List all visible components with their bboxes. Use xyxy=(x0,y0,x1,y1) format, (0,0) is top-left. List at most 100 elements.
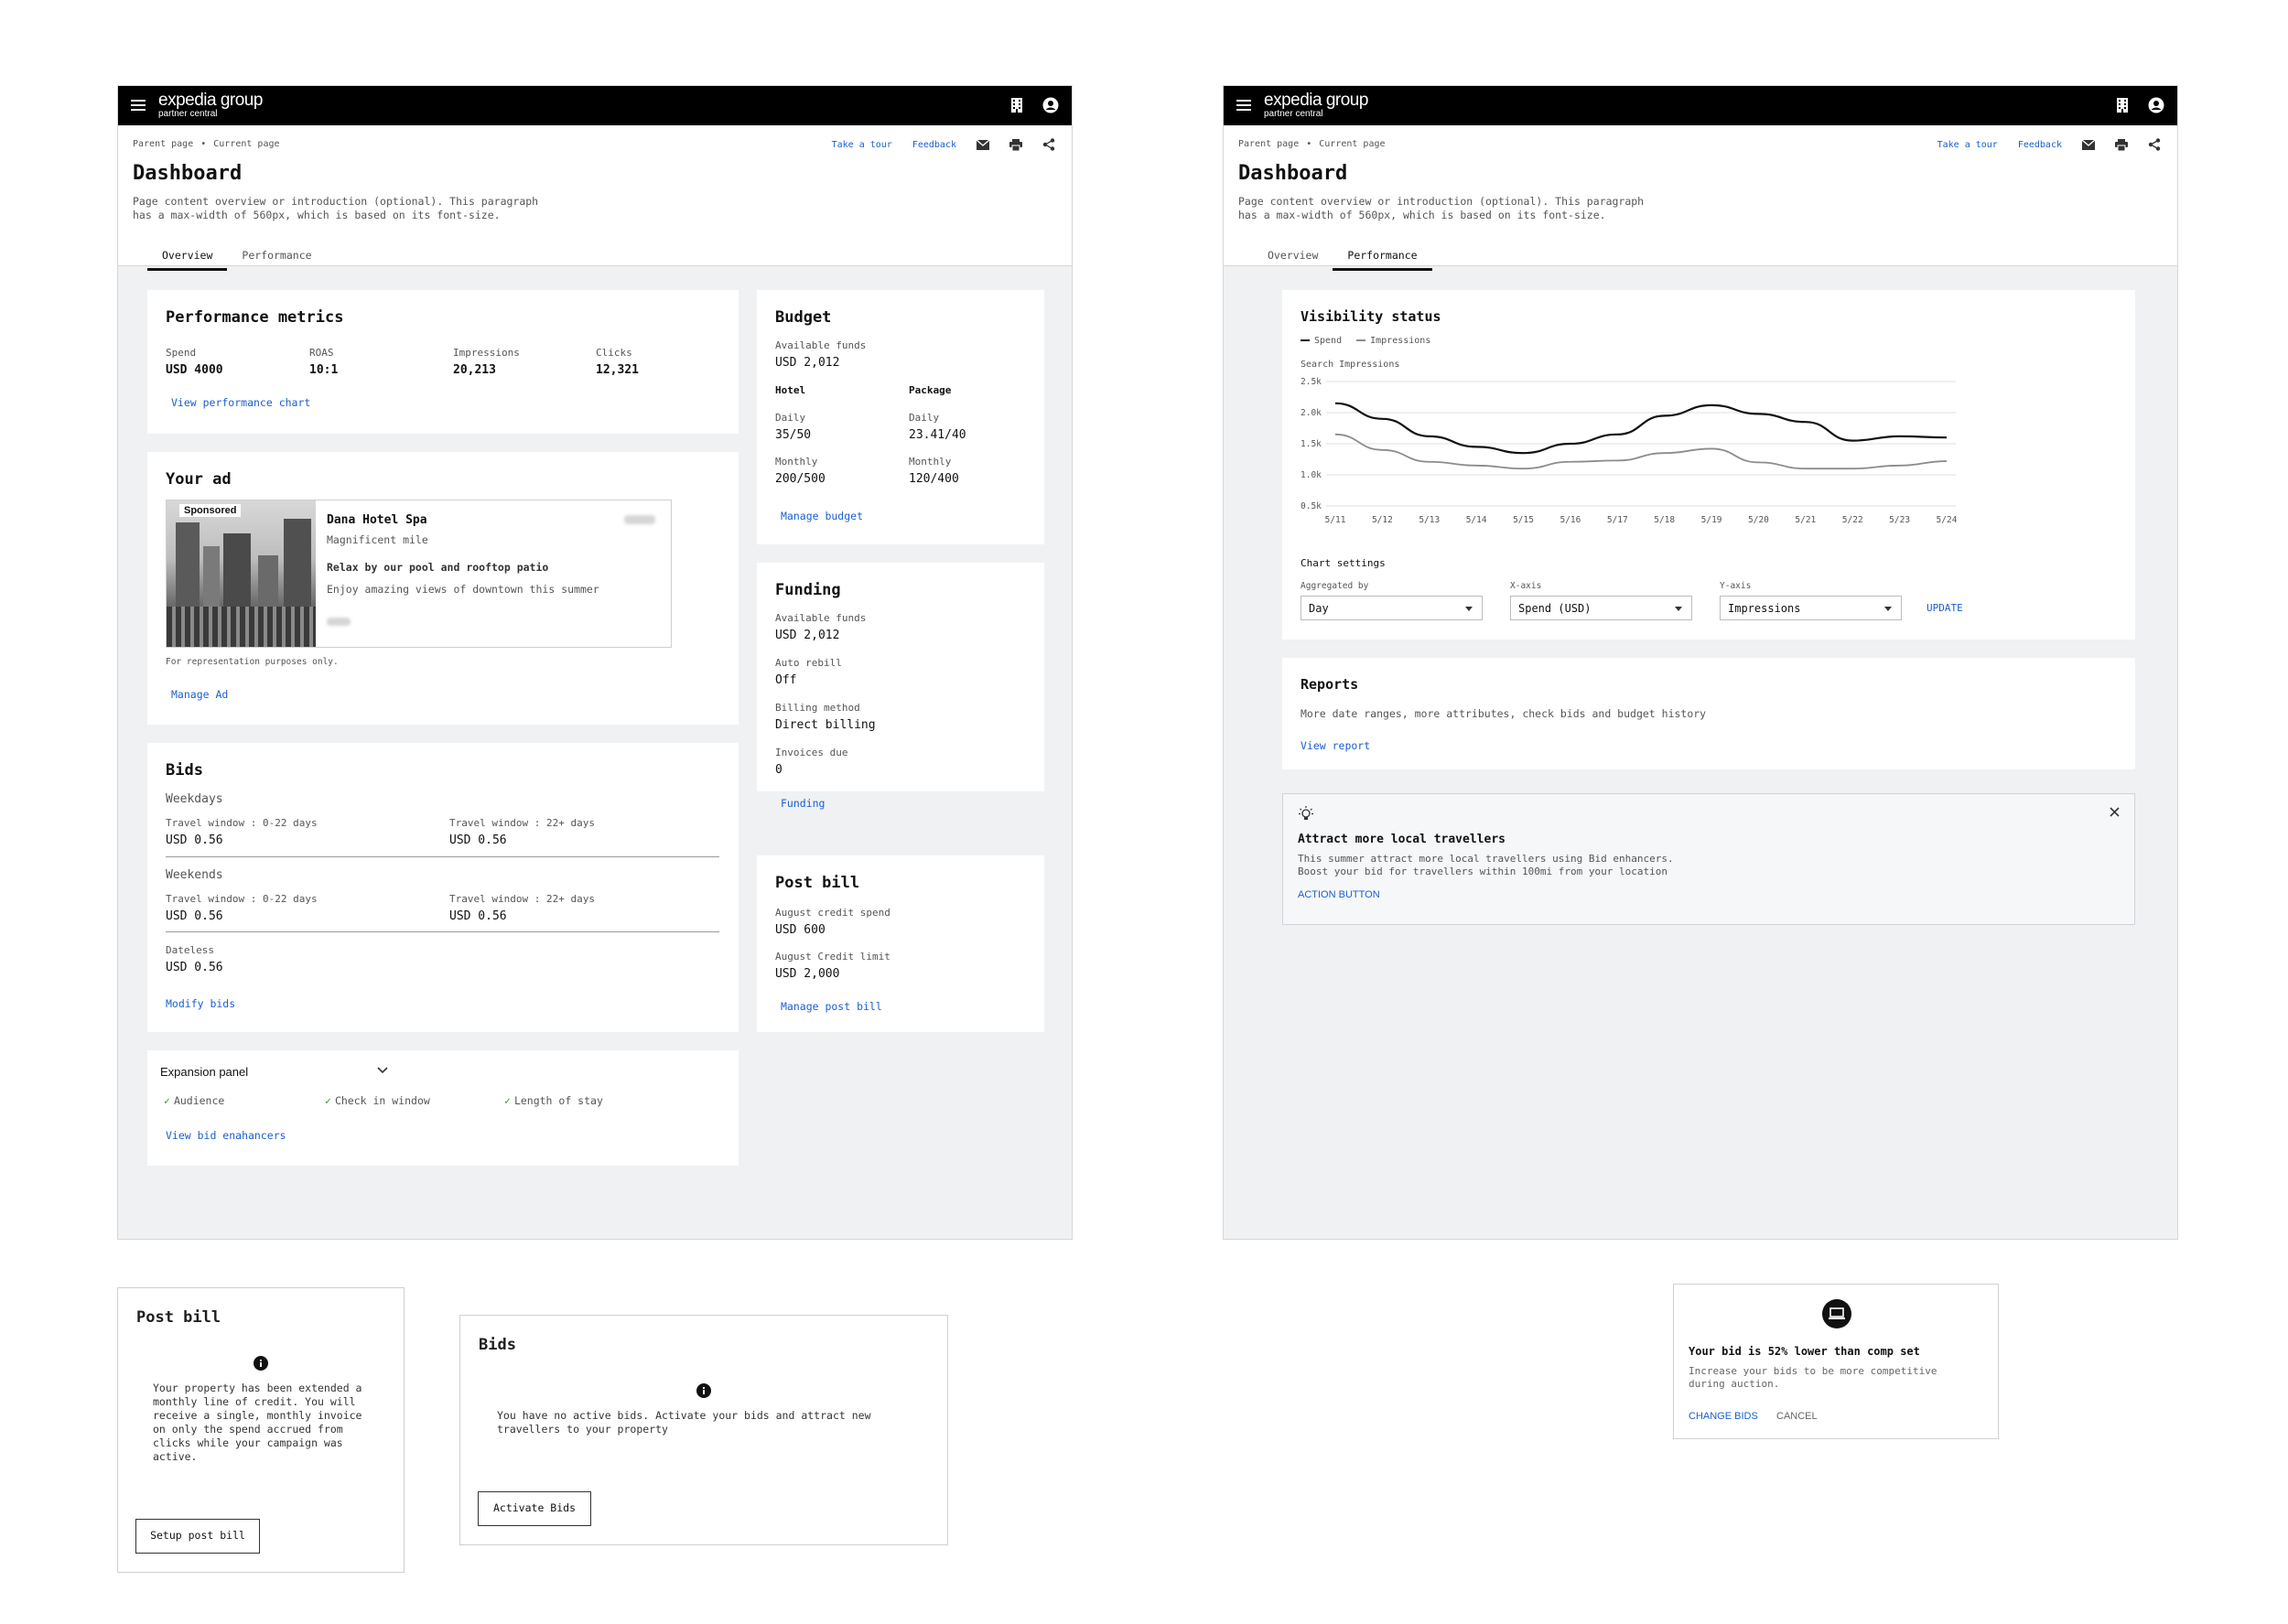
price-blur xyxy=(624,515,655,524)
card-title: Performance metrics xyxy=(166,308,344,327)
x-tick-label: 5/17 xyxy=(1607,515,1628,525)
laptop-icon xyxy=(1822,1299,1851,1328)
divider xyxy=(166,856,719,857)
building-icon[interactable] xyxy=(1009,97,1024,113)
sponsored-badge: Sponsored xyxy=(179,504,242,517)
manage-budget-link[interactable]: Manage budget xyxy=(781,510,863,522)
x-tick-label: 5/22 xyxy=(1842,515,1863,525)
available-funds-value: USD 2,012 xyxy=(775,356,840,370)
aggregated-select[interactable]: Day xyxy=(1300,596,1483,620)
brand-sub: partner central xyxy=(1264,109,1323,119)
view-report-link[interactable]: View report xyxy=(1300,739,1370,752)
funding-link[interactable]: Funding xyxy=(781,797,825,810)
view-bid-enhancers-link[interactable]: View bid enahancers xyxy=(166,1129,286,1142)
print-icon[interactable] xyxy=(1009,138,1022,151)
y-axis-label: Search Impressions xyxy=(1300,360,1400,370)
feedback-link[interactable]: Feedback xyxy=(2018,140,2062,150)
bids-empty-state: Bids You have no active bids. Activate y… xyxy=(459,1315,948,1545)
brand-logo[interactable]: expedia group partner central xyxy=(1264,91,1368,119)
invoices-due-value: 0 xyxy=(775,763,782,777)
share-icon[interactable] xyxy=(1042,138,1055,151)
bid-value: USD 0.56 xyxy=(449,834,507,847)
y-tick-label: 1.0k xyxy=(1300,470,1322,480)
package-label: Package xyxy=(909,384,952,396)
expansion-panel: Expansion panel ✓ Audience ✓ Check in wind… xyxy=(147,1050,739,1166)
mail-icon[interactable] xyxy=(977,139,989,150)
breadcrumb: Parent page • Current page xyxy=(1238,139,1386,149)
info-icon xyxy=(696,1383,711,1398)
card-title: Visibility status xyxy=(1300,308,1441,325)
mail-icon[interactable] xyxy=(2082,139,2095,150)
metric-value: 12,321 xyxy=(596,363,639,377)
account-icon[interactable] xyxy=(2148,97,2164,113)
manage-post-bill-link[interactable]: Manage post bill xyxy=(781,1000,882,1013)
tab-performance[interactable]: Performance xyxy=(1333,242,1432,271)
attract-travellers-alert: Attract more local travellers This summe… xyxy=(1282,793,2135,925)
change-bids-button[interactable]: CHANGE BIDS xyxy=(1689,1411,1758,1422)
page-title: Dashboard xyxy=(1238,162,1348,185)
credit-spend-value: USD 600 xyxy=(775,923,826,937)
crumb-parent[interactable]: Parent page xyxy=(133,139,193,149)
weekends-label: Weekends xyxy=(166,868,223,882)
x-tick-label: 5/20 xyxy=(1748,515,1769,525)
bids-card: Bids Weekdays Travel window : 0-22 days … xyxy=(147,743,739,1032)
update-button[interactable]: UPDATE xyxy=(1926,602,1963,614)
reports-card: Reports More date ranges, more attribute… xyxy=(1282,658,2135,769)
alert-title: Attract more local travellers xyxy=(1298,833,1506,846)
activate-bids-button[interactable]: Activate Bids xyxy=(478,1491,591,1526)
series-line-impressions xyxy=(1334,433,1948,470)
chart-settings-label: Chart settings xyxy=(1300,557,1386,569)
page-title: Dashboard xyxy=(133,162,243,185)
select-value: Spend (USD) xyxy=(1518,602,1592,615)
tab-performance[interactable]: Performance xyxy=(227,242,326,271)
take-tour-link[interactable]: Take a tour xyxy=(832,140,892,150)
alert-text: Boost your bid for travellers within 100… xyxy=(1298,866,1667,877)
page-intro: Page content overview or introduction (o… xyxy=(1238,195,1645,221)
print-icon[interactable] xyxy=(2115,138,2128,151)
x-tick-label: 5/15 xyxy=(1513,515,1534,525)
share-icon[interactable] xyxy=(2148,138,2161,151)
empty-state-text: Your property has been extended a monthl… xyxy=(153,1382,362,1463)
monthly-label: Monthly xyxy=(775,456,818,468)
check-icon: ✓ xyxy=(325,1094,331,1107)
check-stay: ✓ Length of stay xyxy=(504,1094,603,1107)
dateless-label: Dateless xyxy=(166,944,214,956)
cancel-button[interactable]: CANCEL xyxy=(1776,1411,1818,1422)
tab-overview[interactable]: Overview xyxy=(1253,242,1333,271)
x-tick-label: 5/13 xyxy=(1419,515,1440,525)
menu-icon[interactable] xyxy=(1236,100,1251,112)
brand-name: expedia group xyxy=(158,91,263,110)
travel-window-label: Travel window : 0-22 days xyxy=(166,817,318,829)
chevron-down-icon[interactable] xyxy=(377,1067,388,1074)
menu-icon[interactable] xyxy=(131,100,146,112)
ad-note: For representation purposes only. xyxy=(166,657,339,667)
check-label: Check in window xyxy=(334,1094,430,1107)
info-icon xyxy=(254,1356,268,1371)
setup-post-bill-button[interactable]: Setup post bill xyxy=(135,1519,260,1554)
brand-logo[interactable]: expedia group partner central xyxy=(158,91,263,119)
select-value: Impressions xyxy=(1728,602,1801,615)
alert-text: This summer attract more local traveller… xyxy=(1298,853,1674,865)
building-icon[interactable] xyxy=(2115,97,2130,113)
manage-ad-link[interactable]: Manage Ad xyxy=(171,688,228,701)
x-axis-select[interactable]: Spend (USD) xyxy=(1510,596,1692,620)
tab-overview[interactable]: Overview xyxy=(147,242,228,271)
caret-down-icon xyxy=(1884,607,1892,611)
card-title: Bids xyxy=(479,1336,516,1354)
view-performance-chart-link[interactable]: View performance chart xyxy=(171,396,310,409)
feedback-link[interactable]: Feedback xyxy=(912,140,956,150)
modify-bids-link[interactable]: Modify bids xyxy=(166,997,235,1010)
close-icon[interactable] xyxy=(2110,807,2120,817)
y-axis-select[interactable]: Impressions xyxy=(1720,596,1902,620)
y-axis-select-label: Y-axis xyxy=(1720,581,1752,591)
top-bar: expedia group partner central xyxy=(1224,86,2177,125)
legend-item: Spend xyxy=(1300,336,1342,346)
take-tour-link[interactable]: Take a tour xyxy=(1937,140,1998,150)
ad-description: Enjoy amazing views of downtown this sum… xyxy=(327,583,599,596)
expansion-title[interactable]: Expansion panel xyxy=(160,1065,248,1079)
crumb-parent[interactable]: Parent page xyxy=(1238,139,1299,149)
account-icon[interactable] xyxy=(1042,97,1059,113)
credit-spend-label: August credit spend xyxy=(775,907,890,919)
action-button[interactable]: ACTION BUTTON xyxy=(1298,889,1380,900)
breadcrumb: Parent page • Current page xyxy=(133,139,280,149)
